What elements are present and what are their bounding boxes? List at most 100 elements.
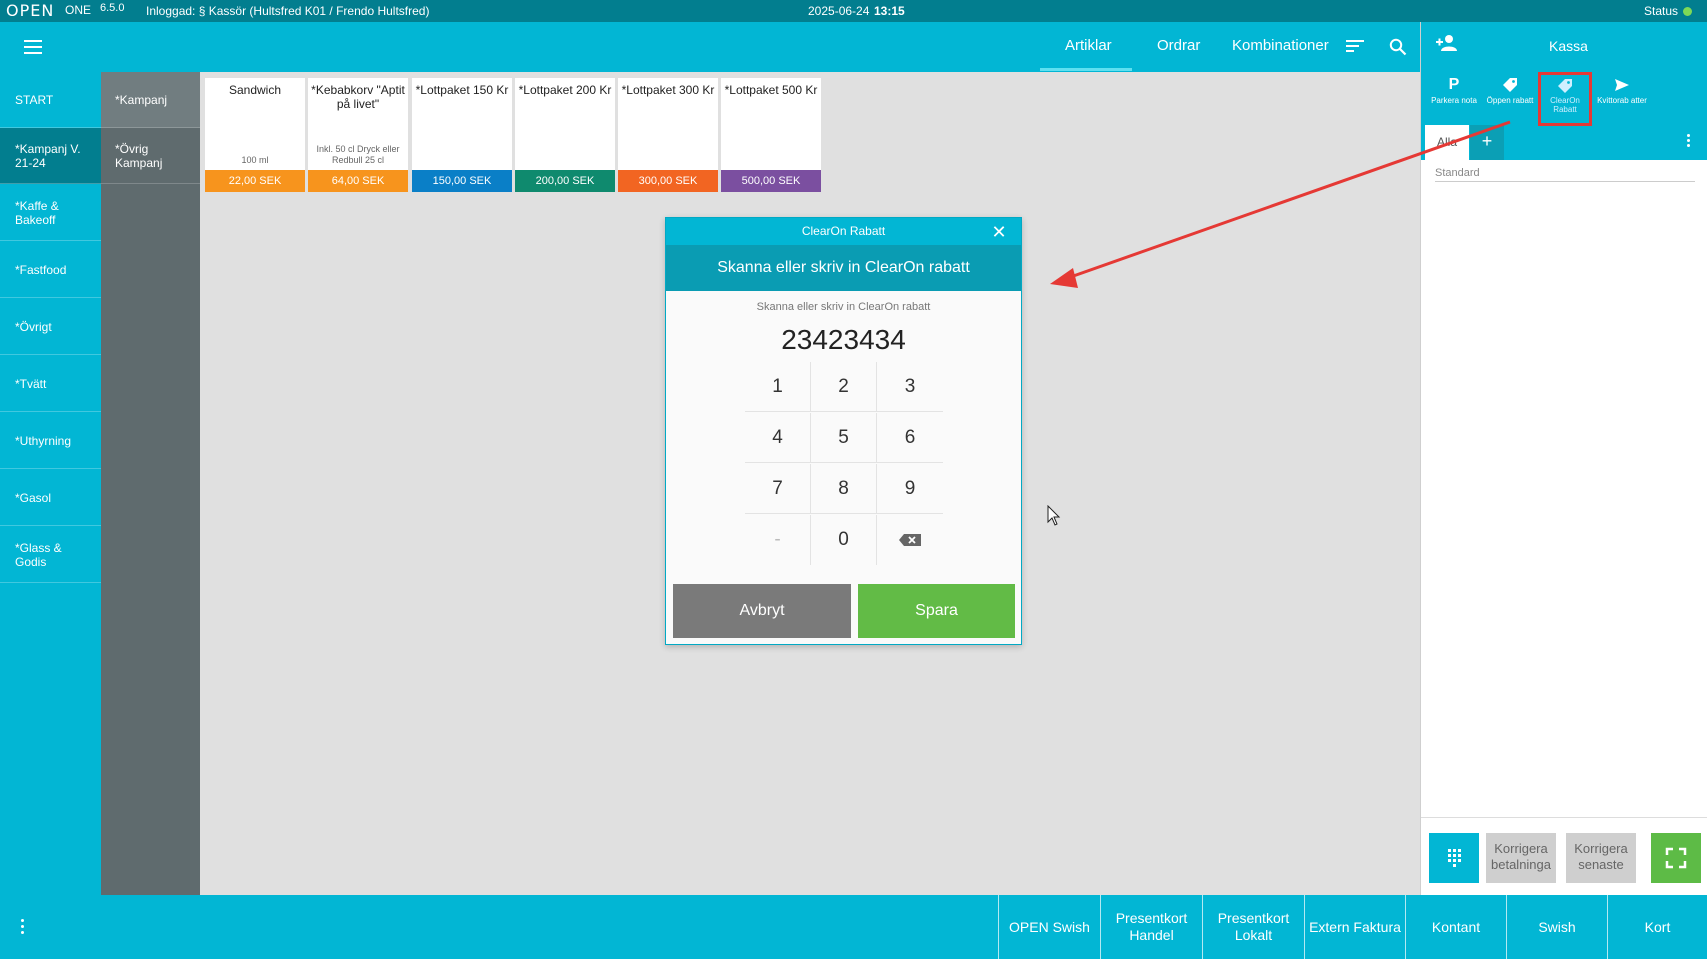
menu-icon[interactable]: [24, 40, 42, 54]
category-uthyrning[interactable]: *Uthyrning: [0, 413, 101, 469]
version-label: 6.5.0: [100, 2, 125, 14]
keypad-button[interactable]: [1429, 833, 1479, 883]
fullscreen-button[interactable]: [1651, 833, 1701, 883]
tab-all[interactable]: Alla: [1425, 125, 1469, 160]
category-glass-godis[interactable]: *Glass & Godis: [0, 527, 101, 583]
key-5[interactable]: 5: [811, 413, 877, 463]
clearon-discount-dialog: ClearOn Rabatt ✕ Skanna eller skriv in C…: [665, 217, 1022, 645]
pay-giftcard-handel-button[interactable]: Presentkort Handel: [1100, 895, 1202, 959]
product-price: 64,00 SEK: [308, 170, 408, 192]
tab-artiklar[interactable]: Artiklar: [1065, 37, 1112, 54]
backspace-key[interactable]: [877, 515, 943, 565]
mouse-cursor-icon: [1047, 505, 1061, 526]
add-tab-button[interactable]: +: [1470, 125, 1504, 160]
category-kaffe-bakeoff[interactable]: *Kaffe & Bakeoff: [0, 185, 101, 241]
product-subtext: Inkl. 50 cl Dryck eller Redbull 25 cl: [316, 144, 400, 165]
product-tile[interactable]: *Lottpaket 150 Kr 150,00 SEK: [412, 78, 512, 192]
dialog-heading: Skanna eller skriv in ClearOn rabatt: [666, 245, 1021, 291]
pay-card-button[interactable]: Kort: [1607, 895, 1707, 959]
product-name: *Lottpaket 200 Kr: [518, 83, 612, 97]
product-price: 200,00 SEK: [515, 170, 615, 192]
product-name: Sandwich: [228, 83, 282, 97]
pay-external-invoice-button[interactable]: Extern Faktura: [1304, 895, 1405, 959]
open-discount-label: Öppen rabatt: [1486, 96, 1534, 105]
cancel-button[interactable]: Avbryt: [673, 584, 851, 638]
cart-footer: Korrigera betalninga Korrigera senaste: [1421, 817, 1707, 895]
key-8[interactable]: 8: [811, 464, 877, 514]
pay-giftcard-local-button[interactable]: Presentkort Lokalt: [1202, 895, 1304, 959]
product-tile[interactable]: *Kebabkorv "Aptit på livet" Inkl. 50 cl …: [308, 78, 408, 192]
close-icon[interactable]: ✕: [989, 222, 1009, 242]
correct-payment-button[interactable]: Korrigera betalninga: [1486, 833, 1556, 883]
status-bar: OPEN ONE 6.5.0 Inloggad: § Kassör (Hults…: [0, 0, 1707, 22]
open-logo: OPEN: [6, 1, 55, 20]
status-indicator-icon: [1683, 7, 1692, 16]
status-label[interactable]: Status: [1644, 4, 1678, 18]
subcategory-ovrig-kampanj[interactable]: *Övrig Kampanj: [101, 128, 200, 184]
product-price: 500,00 SEK: [721, 170, 821, 192]
pay-swish-button[interactable]: Swish: [1506, 895, 1607, 959]
save-button[interactable]: Spara: [858, 584, 1015, 638]
key-4[interactable]: 4: [745, 413, 811, 463]
category-start[interactable]: START: [0, 72, 101, 128]
pay-open-swish-button[interactable]: OPEN Swish: [998, 895, 1100, 959]
product-tile[interactable]: *Lottpaket 300 Kr 300,00 SEK: [618, 78, 718, 192]
clearon-discount-label: ClearOn Rabatt: [1550, 96, 1580, 114]
open-discount-button[interactable]: Öppen rabatt: [1485, 74, 1535, 124]
more-options-icon[interactable]: [1687, 134, 1691, 150]
category-fastfood[interactable]: *Fastfood: [0, 242, 101, 298]
tag-icon: [1503, 78, 1517, 92]
key-1[interactable]: 1: [745, 362, 811, 412]
send-icon: [1615, 79, 1629, 91]
product-subtext: 100 ml: [241, 155, 269, 165]
key-2[interactable]: 2: [811, 362, 877, 412]
product-tile[interactable]: *Lottpaket 500 Kr 500,00 SEK: [721, 78, 821, 192]
time-label: 13:15: [874, 4, 905, 18]
discount-code-input[interactable]: 23423434: [666, 324, 1021, 356]
key-3[interactable]: 3: [877, 362, 943, 412]
park-receipt-button[interactable]: P Parkera nota: [1429, 74, 1479, 124]
tag-icon: [1558, 79, 1572, 93]
parking-icon: P: [1448, 76, 1460, 93]
cart-header: Kassa P Parkera nota Öppen rabatt ClearO…: [1421, 22, 1707, 160]
category-sidebar: START *Kampanj V. 21-24 *Kaffe & Bakeoff…: [0, 72, 101, 895]
key-7[interactable]: 7: [745, 464, 811, 514]
category-ovrigt[interactable]: *Övrigt: [0, 299, 101, 355]
tab-kombinationer[interactable]: Kombinationer: [1232, 37, 1329, 54]
product-name: *Kebabkorv "Aptit på livet": [311, 83, 405, 111]
sort-icon[interactable]: [1346, 40, 1364, 54]
product-tile[interactable]: *Lottpaket 200 Kr 200,00 SEK: [515, 78, 615, 192]
tab-ordrar[interactable]: Ordrar: [1157, 37, 1200, 54]
category-tvatt[interactable]: *Tvätt: [0, 356, 101, 412]
correct-last-button[interactable]: Korrigera senaste: [1566, 833, 1636, 883]
category-gasol[interactable]: *Gasol: [0, 470, 101, 526]
top-nav: Artiklar Ordrar Kombinationer: [0, 22, 1420, 72]
backspace-icon: [899, 533, 921, 546]
keypad-icon: [1448, 849, 1461, 867]
add-customer-icon[interactable]: [1435, 34, 1459, 52]
category-kampanj-v21-24[interactable]: *Kampanj V. 21-24: [0, 128, 101, 184]
key-0[interactable]: 0: [811, 515, 877, 565]
search-icon[interactable]: [1389, 38, 1407, 56]
product-price: 150,00 SEK: [412, 170, 512, 192]
key-6[interactable]: 6: [877, 413, 943, 463]
more-options-icon[interactable]: [21, 919, 25, 937]
subcategory-kampanj[interactable]: *Kampanj: [101, 72, 200, 128]
dialog-title: ClearOn Rabatt: [666, 218, 1021, 245]
date-label: 2025-06-24: [808, 4, 870, 18]
product-price: 22,00 SEK: [205, 170, 305, 192]
fullscreen-icon: [1665, 847, 1687, 869]
pay-cash-button[interactable]: Kontant: [1405, 895, 1506, 959]
product-name: ONE: [65, 3, 92, 17]
clearon-discount-button[interactable]: ClearOn Rabatt: [1538, 72, 1592, 126]
key-minus[interactable]: -: [745, 515, 811, 565]
park-receipt-label: Parkera nota: [1431, 96, 1477, 105]
product-tile[interactable]: Sandwich 100 ml 22,00 SEK: [205, 78, 305, 192]
receipt-discount-label: Kvittorab atter: [1597, 96, 1647, 105]
key-9[interactable]: 9: [877, 464, 943, 514]
receipt-discount-button[interactable]: Kvittorab atter: [1597, 74, 1647, 124]
section-label: Standard: [1435, 167, 1695, 182]
subcategory-sidebar: *Kampanj *Övrig Kampanj: [101, 72, 200, 895]
pos-app: OPEN ONE 6.5.0 Inloggad: § Kassör (Hults…: [0, 0, 1707, 959]
payment-bar: OPEN Swish Presentkort Handel Presentkor…: [0, 895, 1707, 959]
